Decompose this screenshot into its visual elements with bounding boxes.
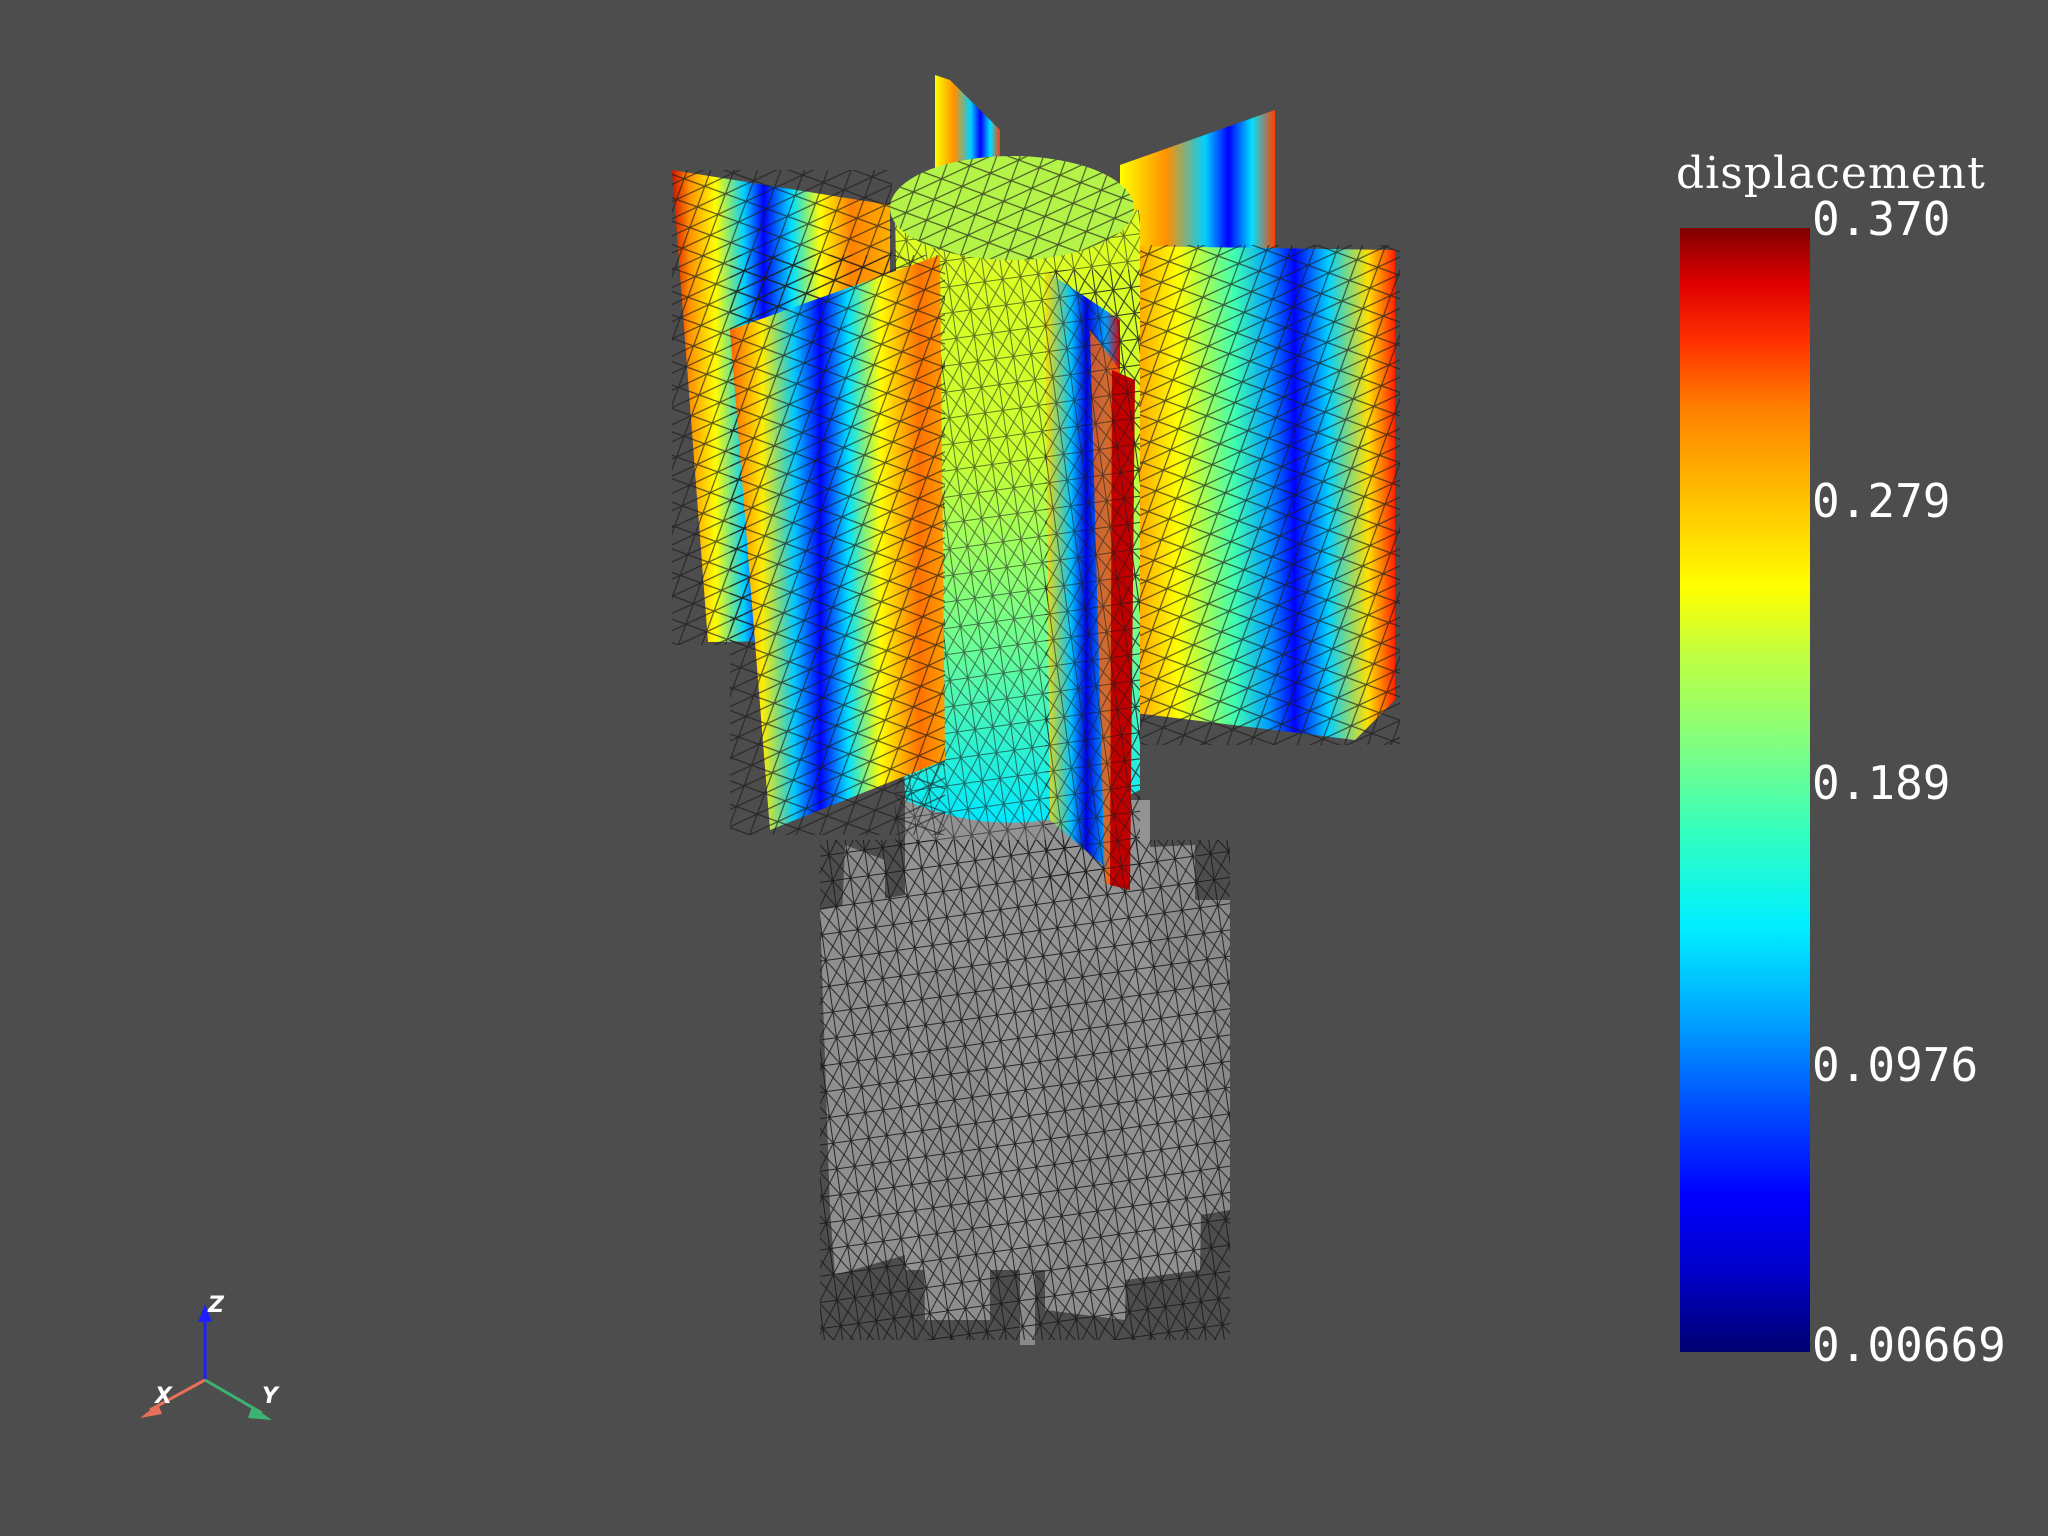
deformed-mesh xyxy=(672,75,1400,890)
x-axis-label: X xyxy=(153,1384,173,1409)
z-axis-label: Z xyxy=(207,1293,225,1318)
scalar-bar-tick-min: 0.00669 xyxy=(1812,1318,2006,1372)
colorbar-gradient xyxy=(1680,228,1810,1352)
scalar-bar-tick-max: 0.370 xyxy=(1812,192,1951,246)
y-axis-label: Y xyxy=(262,1384,280,1409)
undeformed-mesh xyxy=(820,800,1230,1345)
scalar-bar-tick-4: 0.0976 xyxy=(1812,1038,1979,1092)
axes-orientation-widget: Z X Y xyxy=(140,1293,280,1420)
scalar-bar-tick-2: 0.279 xyxy=(1812,474,1951,528)
scalar-bar-tick-3: 0.189 xyxy=(1812,756,1951,810)
